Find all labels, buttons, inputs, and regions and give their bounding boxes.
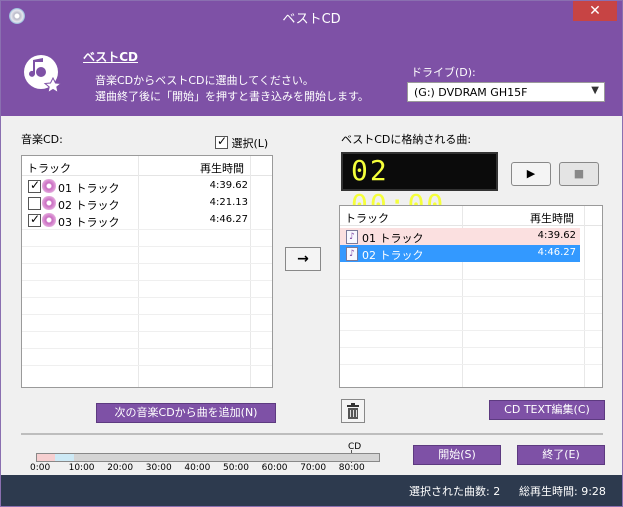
cd-capacity-marker-label: CD bbox=[348, 442, 362, 452]
track-checkbox[interactable] bbox=[28, 197, 41, 210]
capacity-tick-label: 40:00 bbox=[184, 463, 211, 473]
capacity-tick-label: 80:00 bbox=[338, 463, 365, 473]
select-all-checkbox[interactable] bbox=[215, 134, 228, 149]
add-from-next-cd-button[interactable]: 次の音楽CDから曲を追加(N) bbox=[96, 403, 276, 423]
capacity-selected-fill bbox=[54, 454, 74, 461]
best-cd-window: ベストCD ✕ ベストCD 音楽CDからベストCDに選曲してください。 選曲終了… bbox=[0, 0, 623, 507]
total-duration: 総再生時間: 9:28 bbox=[519, 485, 606, 498]
column-track: トラック bbox=[345, 212, 389, 225]
track-duration: 4:46.27 bbox=[537, 247, 576, 258]
source-track-row[interactable]: 01 トラック 4:39.62 bbox=[22, 178, 272, 195]
chevron-down-icon: ▼ bbox=[591, 85, 599, 96]
selected-count: 選択された曲数: 2 bbox=[409, 485, 501, 498]
source-list-header: トラック 再生時間 bbox=[22, 156, 272, 176]
track-duration: 4:21.13 bbox=[209, 197, 248, 208]
close-button[interactable]: ✕ bbox=[573, 1, 617, 21]
drive-select[interactable]: (G:) DVDRAM GH15F ▼ bbox=[407, 82, 605, 102]
start-button[interactable]: 開始(S) bbox=[413, 445, 501, 465]
header-description-2: 選曲終了後に「開始」を押すと書き込みを開始します。 bbox=[95, 90, 369, 103]
capacity-tick-label: 10:00 bbox=[68, 463, 95, 473]
trash-icon bbox=[347, 403, 359, 419]
disc-icon bbox=[42, 213, 56, 227]
best-cd-track-list[interactable]: トラック 再生時間 ♪ 01 トラック 4:39.62 ♪ 02 トラック 4:… bbox=[339, 205, 603, 388]
source-track-row[interactable]: 02 トラック 4:21.13 bbox=[22, 195, 272, 212]
capacity-tick-label: 0:00 bbox=[30, 463, 51, 473]
source-track-list[interactable]: トラック 再生時間 01 トラック 4:39.62 02 トラック 4:21.1… bbox=[21, 155, 273, 388]
capacity-tick-label: 30:00 bbox=[145, 463, 172, 473]
capacity-used-fill bbox=[37, 454, 55, 461]
select-all[interactable]: 選択(L) bbox=[215, 134, 269, 151]
capacity-tick-label: 60:00 bbox=[261, 463, 288, 473]
source-track-row[interactable]: 03 トラック 4:46.27 bbox=[22, 212, 272, 229]
source-cd-label: 音楽CD: bbox=[21, 133, 63, 146]
header-title: ベストCD bbox=[83, 50, 139, 64]
capacity-tick-label: 20:00 bbox=[107, 463, 134, 473]
stop-button[interactable]: ■ bbox=[559, 162, 599, 186]
header-band: ベストCD 音楽CDからベストCDに選曲してください。 選曲終了後に「開始」を押… bbox=[1, 32, 622, 116]
track-duration: 4:39.62 bbox=[209, 180, 248, 191]
track-duration: 4:39.62 bbox=[537, 230, 576, 241]
track-name: 01 トラック bbox=[362, 232, 424, 245]
capacity-tick-label: 70:00 bbox=[300, 463, 327, 473]
finish-button[interactable]: 終了(E) bbox=[517, 445, 605, 465]
column-duration: 再生時間 bbox=[530, 212, 574, 225]
drive-value: (G:) DVDRAM GH15F bbox=[414, 86, 528, 99]
move-right-button[interactable]: → bbox=[285, 247, 321, 271]
music-file-icon: ♪ bbox=[346, 247, 358, 261]
disc-icon bbox=[42, 196, 56, 210]
header-description-1: 音楽CDからベストCDに選曲してください。 bbox=[95, 74, 314, 87]
track-name: 03 トラック bbox=[58, 216, 120, 229]
track-duration: 4:46.27 bbox=[209, 214, 248, 225]
music-file-icon: ♪ bbox=[346, 230, 358, 244]
status-bar: 選択された曲数: 2 総再生時間: 9:28 bbox=[1, 475, 622, 506]
lcd-display: 02 00:00 bbox=[341, 152, 498, 221]
best-track-row[interactable]: ♪ 01 トラック 4:39.62 bbox=[340, 228, 580, 245]
column-track: トラック bbox=[27, 162, 71, 175]
best-cd-label: ベストCDに格納される曲: bbox=[341, 133, 472, 146]
window-title: ベストCD bbox=[282, 12, 341, 27]
track-name: 01 トラック bbox=[58, 182, 120, 195]
delete-button[interactable] bbox=[341, 399, 365, 423]
track-name: 02 トラック bbox=[58, 199, 120, 212]
divider bbox=[21, 433, 603, 435]
disc-icon bbox=[42, 179, 56, 193]
capacity-bar bbox=[36, 453, 380, 462]
title-bar: ベストCD ✕ bbox=[1, 1, 622, 32]
best-track-row[interactable]: ♪ 02 トラック 4:46.27 bbox=[340, 245, 580, 262]
track-checkbox[interactable] bbox=[28, 178, 41, 193]
track-checkbox[interactable] bbox=[28, 212, 41, 227]
column-duration: 再生時間 bbox=[200, 162, 244, 175]
drive-label: ドライブ(D): bbox=[411, 66, 476, 79]
play-button[interactable]: ▶ bbox=[511, 162, 551, 186]
track-name: 02 トラック bbox=[362, 249, 424, 262]
select-all-label: 選択(L) bbox=[231, 137, 269, 150]
cd-text-edit-button[interactable]: CD TEXT編集(C) bbox=[489, 400, 605, 420]
capacity-tick-label: 50:00 bbox=[223, 463, 249, 473]
best-list-header: トラック 再生時間 bbox=[340, 206, 602, 226]
cd-star-icon bbox=[24, 55, 63, 94]
